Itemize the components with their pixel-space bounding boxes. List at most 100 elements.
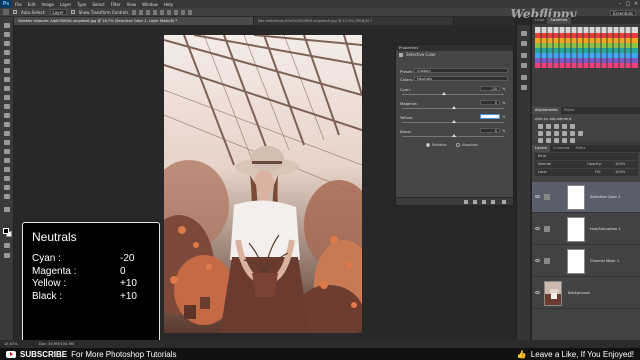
- levels-icon[interactable]: [546, 124, 551, 129]
- zoom-tool[interactable]: [4, 194, 10, 199]
- properties-panel-icon[interactable]: [521, 53, 527, 58]
- threshold-icon[interactable]: [554, 138, 559, 143]
- layer-row-channel-mixer[interactable]: Channel Mixer 1: [532, 246, 640, 277]
- black-slider[interactable]: [402, 134, 504, 137]
- tab-color[interactable]: Color: [532, 17, 547, 24]
- quick-mask-icon[interactable]: [4, 243, 10, 248]
- layer-row-hue-saturation[interactable]: Hue/Saturation 1: [532, 214, 640, 245]
- crop-tool[interactable]: [4, 59, 10, 64]
- close-icon[interactable]: ×: [632, 1, 640, 7]
- selective-color-adj-icon[interactable]: [562, 138, 567, 143]
- blur-tool[interactable]: [4, 131, 10, 136]
- like-cta[interactable]: 👍 Leave a Like, If You Enjoyed!: [517, 350, 634, 359]
- magenta-input[interactable]: 0: [480, 100, 500, 105]
- align-icons[interactable]: [132, 9, 193, 15]
- dodge-tool[interactable]: [4, 140, 10, 145]
- character-panel-icon[interactable]: [521, 75, 527, 80]
- clip-to-layer-icon[interactable]: [464, 200, 468, 204]
- layer-row-background[interactable]: Background: [532, 278, 640, 309]
- minimize-icon[interactable]: –: [616, 1, 624, 7]
- zoom-level[interactable]: 16.67%: [4, 342, 18, 346]
- quick-select-tool[interactable]: [4, 50, 10, 55]
- marquee-tool[interactable]: [4, 32, 10, 37]
- actions-panel-icon[interactable]: [521, 41, 527, 46]
- opacity-value[interactable]: 100%: [615, 161, 625, 168]
- layer-name[interactable]: Selective Color 1: [590, 195, 620, 199]
- paragraph-panel-icon[interactable]: [521, 85, 527, 90]
- tab-paths[interactable]: Paths: [573, 145, 589, 152]
- menu-type[interactable]: Type: [74, 2, 89, 7]
- swatch-cells[interactable]: [535, 27, 638, 103]
- toggle-visibility-icon[interactable]: [491, 200, 495, 204]
- layer-mask-thumbnail[interactable]: [567, 249, 585, 274]
- healing-tool[interactable]: [4, 77, 10, 82]
- photo-canvas[interactable]: [164, 35, 362, 333]
- magenta-slider[interactable]: [402, 106, 504, 109]
- menu-filter[interactable]: Filter: [108, 2, 124, 7]
- magenta-slider-knob[interactable]: [452, 106, 456, 109]
- tab-styles[interactable]: Styles: [561, 107, 578, 114]
- exposure-icon[interactable]: [562, 124, 567, 129]
- relative-radio-dot[interactable]: [426, 143, 430, 147]
- posterize-icon[interactable]: [546, 138, 551, 143]
- type-tool[interactable]: [4, 158, 10, 163]
- move-tool[interactable]: [4, 23, 10, 28]
- background-thumbnail[interactable]: [544, 281, 562, 306]
- tab-swatches[interactable]: Swatches: [547, 17, 571, 24]
- tab-adjustments[interactable]: Adjustments: [532, 107, 561, 114]
- hand-tool[interactable]: [4, 185, 10, 190]
- kind-filter[interactable]: Kind: [535, 153, 638, 160]
- fill-value[interactable]: 100%: [615, 169, 625, 176]
- relative-radio[interactable]: Relative: [426, 143, 447, 147]
- swatch-grid[interactable]: [535, 27, 638, 103]
- menu-edit[interactable]: Edit: [25, 2, 39, 7]
- menu-view[interactable]: View: [124, 2, 140, 7]
- black-slider-knob[interactable]: [452, 134, 456, 137]
- show-transform-checkbox[interactable]: [70, 10, 75, 14]
- menu-window[interactable]: Window: [139, 2, 161, 7]
- absolute-radio[interactable]: Absolute: [456, 143, 478, 147]
- blend-mode-dropdown[interactable]: Normal: [538, 162, 551, 166]
- auto-select-dropdown[interactable]: Layer: [49, 9, 67, 15]
- black-white-icon[interactable]: [554, 131, 559, 136]
- foreground-color-swatch[interactable]: [3, 228, 9, 234]
- yellow-slider-knob[interactable]: [452, 120, 456, 123]
- channel-mixer-icon[interactable]: [570, 131, 575, 136]
- eye-icon[interactable]: [535, 259, 540, 262]
- brightness-icon[interactable]: [538, 124, 543, 129]
- clone-stamp-tool[interactable]: [4, 95, 10, 100]
- black-input[interactable]: 0: [480, 128, 500, 133]
- info-panel-icon[interactable]: [521, 63, 527, 68]
- color-balance-icon[interactable]: [546, 131, 551, 136]
- maximize-icon[interactable]: □: [624, 1, 632, 7]
- lasso-tool[interactable]: [4, 41, 10, 46]
- document-tab[interactable]: Ilde ehdotmot-XOXOkOKOMKB umpekolt.jpg @…: [254, 17, 454, 25]
- subscribe-cta[interactable]: SUBSCRIBE For More Photoshop Tutorials: [6, 350, 177, 359]
- shape-tool[interactable]: [4, 176, 10, 181]
- auto-select-checkbox[interactable]: [13, 10, 17, 14]
- trash-icon[interactable]: [502, 200, 506, 204]
- layer-name[interactable]: Channel Mixer 1: [590, 259, 619, 263]
- document-tab-active[interactable]: Selektiv ohjaude: AlphOSKOIa umpekoit.jp…: [14, 17, 254, 25]
- view-previous-icon[interactable]: [473, 200, 477, 204]
- yellow-slider[interactable]: [402, 120, 504, 123]
- absolute-radio-dot[interactable]: [456, 143, 460, 147]
- cyan-input[interactable]: -20: [480, 86, 500, 91]
- gradient-tool[interactable]: [4, 122, 10, 127]
- menu-select[interactable]: Select: [89, 2, 107, 7]
- move-tool-icon[interactable]: [3, 9, 9, 15]
- history-brush-tool[interactable]: [4, 104, 10, 109]
- menu-image[interactable]: Image: [38, 2, 57, 7]
- cyan-slider-knob[interactable]: [442, 92, 446, 95]
- layer-name[interactable]: Background: [568, 291, 590, 295]
- history-panel-icon[interactable]: [521, 31, 527, 36]
- eraser-tool[interactable]: [4, 113, 10, 118]
- vibrance-icon[interactable]: [570, 124, 575, 129]
- cyan-slider[interactable]: [402, 92, 504, 95]
- invert-icon[interactable]: [538, 138, 543, 143]
- workspace-dropdown[interactable]: Essentials: [610, 10, 636, 16]
- layer-mask-thumbnail[interactable]: [567, 185, 585, 210]
- eyedropper-tool[interactable]: [4, 68, 10, 73]
- hue-saturation-icon[interactable]: [538, 131, 543, 136]
- color-lookup-icon[interactable]: [578, 131, 583, 136]
